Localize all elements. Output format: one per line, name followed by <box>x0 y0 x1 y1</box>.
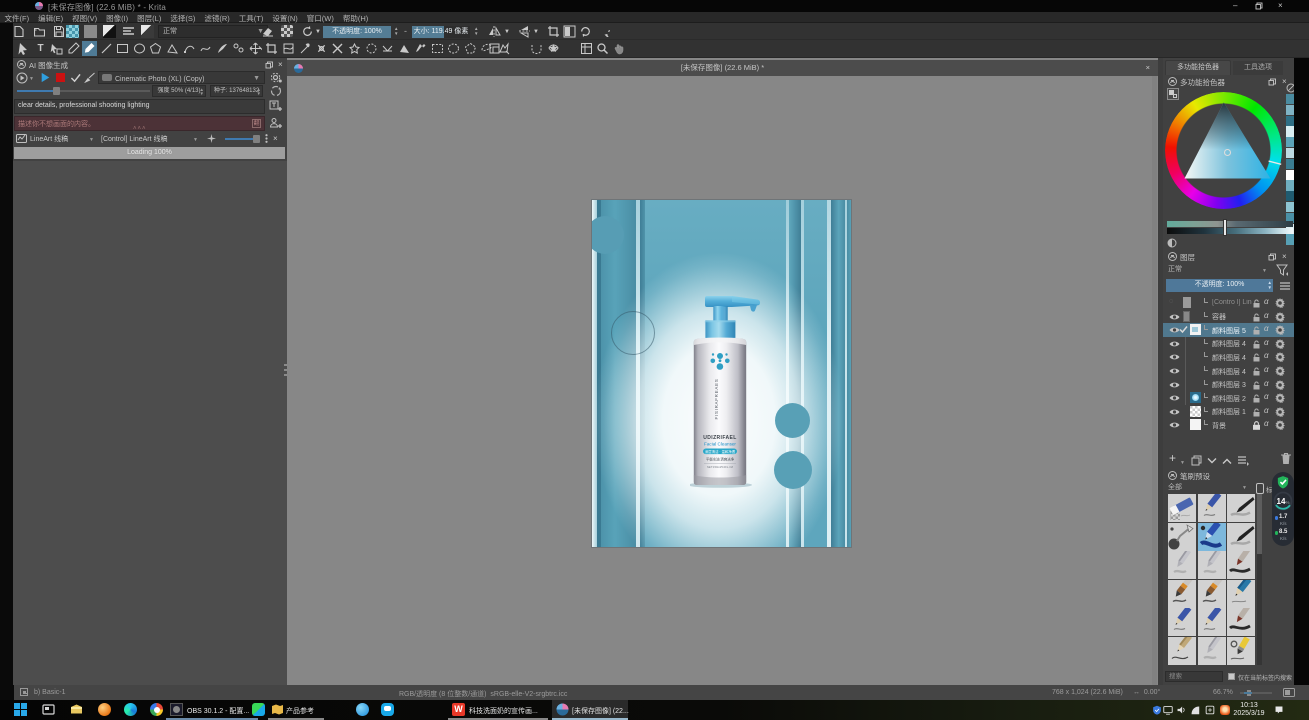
svg-text:NET:150ml/5.0FL.OZ: NET:150ml/5.0FL.OZ <box>707 465 734 469</box>
svg-text:UDIZRIFAEL: UDIZRIFAEL <box>703 435 736 441</box>
svg-text:FISIRAFREAES: FISIRAFREAES <box>714 379 719 420</box>
svg-text:Facial Cleanser: Facial Cleanser <box>704 442 736 447</box>
svg-text:平衡水油 清爽洁净: 平衡水油 清爽洁净 <box>706 457 735 462</box>
svg-text:深层清洁 · 温和净透: 深层清洁 · 温和净透 <box>705 449 736 454</box>
